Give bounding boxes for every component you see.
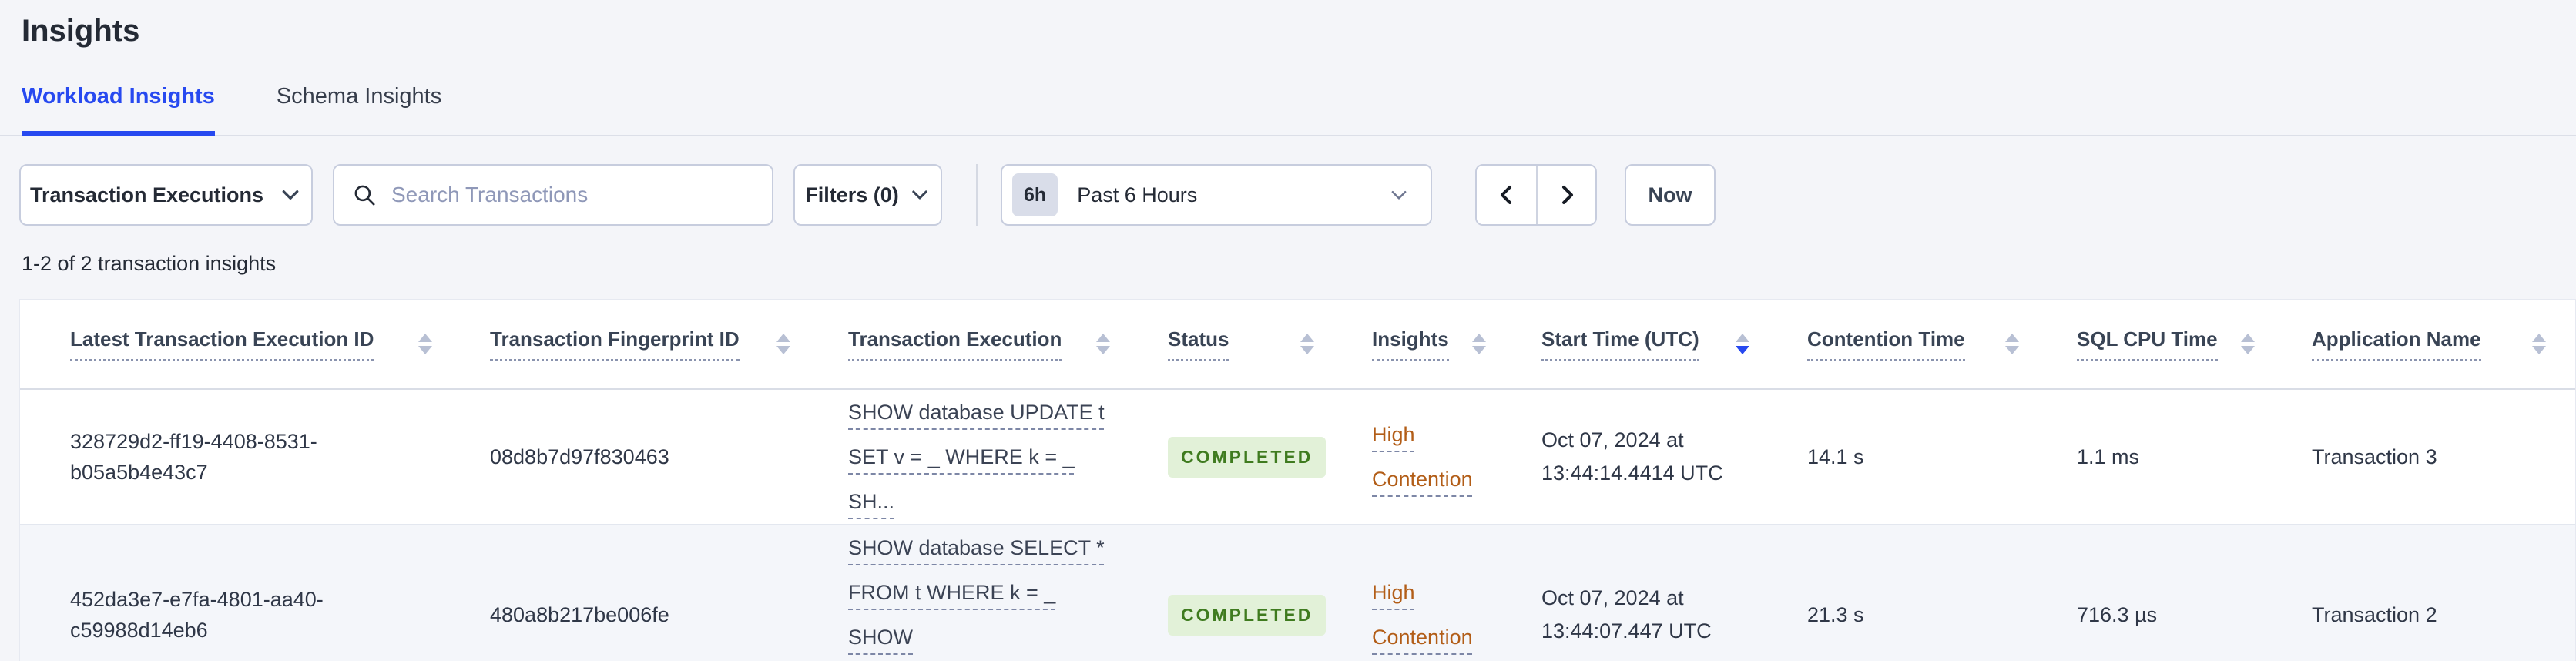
search-box[interactable] (333, 164, 773, 226)
column-header-transaction-fingerprint-id[interactable]: Transaction Fingerprint ID (463, 300, 821, 390)
column-header-insights[interactable]: Insights (1345, 300, 1514, 390)
chevron-left-icon (1500, 186, 1511, 204)
cell-execution-id: 328729d2-ff19-4408-8531- b05a5b4e43c7 (70, 430, 317, 484)
cell-insights: High Contention (1345, 524, 1514, 661)
sort-icon[interactable] (395, 334, 432, 354)
chevron-down-icon (912, 190, 927, 200)
cell-transaction-execution: SHOW database UPDATE t SET v = _ WHERE k… (821, 389, 1141, 525)
cell-execution-id: 452da3e7-e7fa-4801-aa40- c59988d14eb6 (20, 524, 463, 661)
cell-application-name: Transaction 3 (2312, 445, 2437, 468)
sort-icon[interactable] (753, 334, 790, 354)
tabbar: Workload Insights Schema Insights (0, 83, 2576, 136)
cell-contention-time: 14.1 s (1807, 445, 1864, 468)
cell-status: COMPLETED (1141, 389, 1345, 525)
sort-icon[interactable] (1712, 334, 1749, 354)
transaction-execution-link[interactable]: SHOW database UPDATE t SET v = _ WHERE k… (848, 401, 1105, 513)
cell-sql-cpu-time: 716.3 µs (2050, 524, 2285, 661)
now-button-label: Now (1648, 183, 1692, 206)
time-range-label: Past 6 Hours (1077, 183, 1198, 206)
filters-button[interactable]: Filters (0) (793, 164, 942, 226)
cell-start-time: Oct 07, 2024 at 13:44:14.4414 UTC (1541, 428, 1723, 485)
time-range-picker[interactable]: 6h Past 6 Hours (1001, 164, 1432, 226)
sort-icon[interactable] (1073, 334, 1110, 354)
execution-type-dropdown-label: Transaction Executions (29, 183, 264, 206)
cell-insights: High Contention (1345, 389, 1514, 525)
toolbar: Transaction Executions Filters (0) 6h Pa… (19, 164, 2576, 226)
chevron-right-icon (1561, 186, 1573, 204)
table-row: 452da3e7-e7fa-4801-aa40- c59988d14eb6 48… (20, 524, 2575, 661)
cell-fingerprint-id: 08d8b7d97f830463 (490, 445, 669, 468)
table-header-row: Latest Transaction Execution ID Transact… (20, 300, 2575, 390)
toolbar-divider (976, 164, 978, 226)
status-badge: COMPLETED (1168, 436, 1327, 478)
transaction-execution-link[interactable]: SHOW database SELECT * FROM t WHERE k = … (848, 536, 1105, 661)
sort-icon[interactable] (2218, 334, 2255, 354)
previous-time-range-button[interactable] (1477, 166, 1536, 224)
filters-button-label: Filters (0) (805, 183, 899, 206)
column-header-start-time[interactable]: Start Time (UTC) (1514, 300, 1780, 390)
time-step-buttons (1475, 164, 1597, 226)
sort-icon[interactable] (1982, 334, 2019, 354)
sort-icon[interactable] (1449, 334, 1486, 354)
tab-schema-insights[interactable]: Schema Insights (277, 83, 441, 135)
search-icon (354, 185, 375, 206)
cell-contention-time: 21.3 s (1780, 524, 2050, 661)
next-time-range-button[interactable] (1536, 166, 1595, 224)
table-row: 328729d2-ff19-4408-8531- b05a5b4e43c7 08… (20, 389, 2575, 525)
chevron-down-icon (282, 190, 299, 200)
column-header-status[interactable]: Status (1141, 300, 1345, 390)
cell-transaction-execution: SHOW database SELECT * FROM t WHERE k = … (821, 524, 1141, 661)
sort-icon[interactable] (2509, 334, 2546, 354)
cell-fingerprint-id: 480a8b217be006fe (463, 524, 821, 661)
cell-application-name: Transaction 2 (2285, 524, 2575, 661)
insights-table-card: Latest Transaction Execution ID Transact… (19, 299, 2576, 661)
insight-link[interactable]: High Contention (1372, 581, 1473, 649)
results-summary: 1-2 of 2 transaction insights (22, 252, 277, 275)
search-input[interactable] (390, 182, 755, 208)
now-button[interactable]: Now (1625, 164, 1716, 226)
column-header-latest-transaction-execution-id[interactable]: Latest Transaction Execution ID (20, 300, 463, 390)
cell-sql-cpu-time: 1.1 ms (2077, 445, 2140, 468)
time-range-badge: 6h (1012, 173, 1058, 216)
cell-status: COMPLETED (1141, 524, 1345, 661)
column-header-sql-cpu-time[interactable]: SQL CPU Time (2050, 300, 2285, 390)
transaction-insights-table: Latest Transaction Execution ID Transact… (20, 300, 2575, 661)
status-badge: COMPLETED (1168, 594, 1327, 636)
chevron-down-icon (1391, 191, 1407, 200)
insight-link[interactable]: High Contention (1372, 423, 1473, 491)
column-header-contention-time[interactable]: Contention Time (1780, 300, 2050, 390)
page-title: Insights (22, 14, 140, 48)
column-header-transaction-execution[interactable]: Transaction Execution (821, 300, 1141, 390)
cell-start-time: Oct 07, 2024 at 13:44:07.447 UTC (1514, 524, 1780, 661)
column-header-application-name[interactable]: Application Name (2285, 300, 2575, 390)
execution-type-dropdown[interactable]: Transaction Executions (19, 164, 313, 226)
tab-workload-insights[interactable]: Workload Insights (22, 83, 215, 136)
sort-icon[interactable] (1277, 334, 1314, 354)
